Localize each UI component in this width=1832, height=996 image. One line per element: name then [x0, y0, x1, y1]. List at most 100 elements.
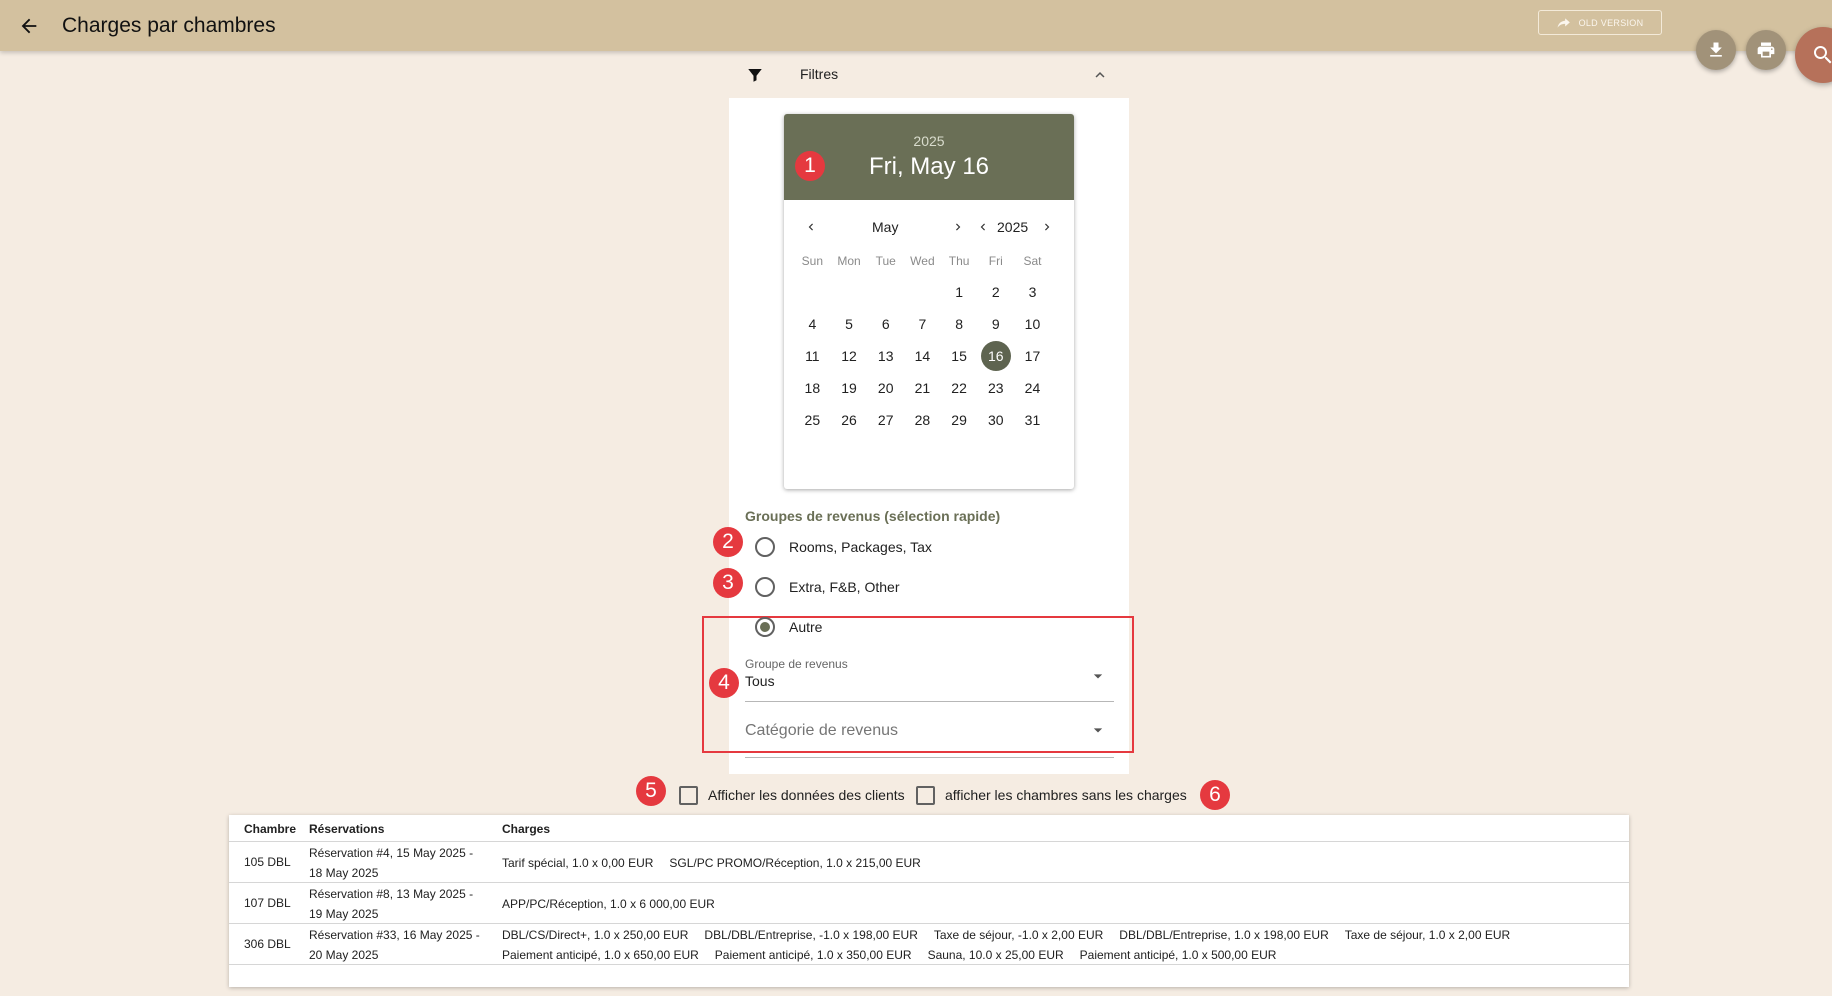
charge-item: Paiement anticipé, 1.0 x 350,00 EUR [714, 948, 912, 962]
calendar-day[interactable]: 10 [1017, 309, 1047, 339]
table-body: 105 DBL Réservation #4, 15 May 2025 - 18 … [229, 842, 1629, 965]
room-cell: 306 DBL [244, 937, 291, 951]
charge-item: Paiement anticipé, 1.0 x 650,00 EUR [502, 948, 699, 962]
calendar-day[interactable]: 24 [1017, 373, 1047, 403]
calendar-day-selected[interactable]: 16 [980, 341, 1011, 371]
calendar-day[interactable]: 18 [797, 373, 827, 403]
next-year-button[interactable] [1040, 220, 1054, 234]
filters-header[interactable]: Filtres [729, 60, 1129, 90]
groupe-revenus-value: Tous [745, 673, 775, 689]
chevron-left-icon [808, 223, 813, 231]
calendar-day[interactable]: 20 [871, 373, 901, 403]
calendar-day[interactable]: 15 [944, 341, 974, 371]
calendar-day[interactable]: 8 [944, 309, 974, 339]
calendar-cell: 28 [904, 404, 941, 436]
calendar-day[interactable]: 19 [834, 373, 864, 403]
calendar-day[interactable]: 31 [1017, 405, 1047, 435]
calendar-day[interactable]: 5 [834, 309, 864, 339]
groupe-revenus-select[interactable]: Groupe de revenus Tous [745, 657, 1114, 702]
charge-item: Taxe de séjour, -1.0 x 2,00 EUR [933, 928, 1104, 942]
calendar-cell [831, 276, 868, 308]
calendar-day[interactable]: 11 [797, 341, 827, 371]
checkbox-label: Afficher les données des clients [708, 787, 905, 803]
calendar-cell: 4 [794, 308, 831, 340]
chevron-right-icon [1045, 223, 1050, 231]
calendar-day[interactable]: 22 [944, 373, 974, 403]
calendar-cell [904, 276, 941, 308]
calendar-day[interactable]: 7 [907, 309, 937, 339]
search-icon [1814, 46, 1832, 64]
calendar-day[interactable]: 30 [981, 405, 1011, 435]
calendar-cell: 17 [1014, 340, 1051, 372]
categorie-revenus-select[interactable]: Catégorie de revenus [745, 720, 1114, 758]
annotation-badge-3: 3 [713, 568, 743, 598]
charge-item: DBL/DBL/Entreprise, 1.0 x 198,00 EUR [1119, 928, 1329, 942]
calendar-day[interactable]: 2 [981, 277, 1011, 307]
calendar-day[interactable]: 25 [797, 405, 827, 435]
calendar-day[interactable]: 29 [944, 405, 974, 435]
next-month-button[interactable] [951, 220, 965, 234]
calendar-day[interactable]: 28 [907, 405, 937, 435]
calendar-day[interactable]: 27 [871, 405, 901, 435]
calendar-cell: 14 [904, 340, 941, 372]
calendar-day[interactable]: 12 [834, 341, 864, 371]
prev-year-button[interactable] [976, 220, 990, 234]
charges-cell: DBL/CS/Direct+, 1.0 x 250,00 EUR DBL/DBL/… [502, 925, 1582, 965]
radio-autre[interactable]: Autre [755, 615, 822, 639]
annotation-badge-4: 4 [709, 668, 739, 698]
annotation-badge-1: 1 [795, 151, 825, 181]
calendar-day[interactable]: 26 [834, 405, 864, 435]
date-picker-header-date[interactable]: Fri, May 16 [784, 153, 1074, 181]
charge-item: DBL/CS/Direct+, 1.0 x 250,00 EUR [502, 928, 689, 942]
checkbox[interactable] [679, 785, 698, 805]
calendar-cell: 20 [867, 372, 904, 404]
radio-button-checked[interactable] [755, 617, 775, 637]
calendar-day[interactable]: 17 [1017, 341, 1047, 371]
date-picker-header-year[interactable]: 2025 [784, 114, 1074, 149]
checkbox-rooms-without-charges[interactable]: afficher les chambres sans les charges [916, 783, 1187, 807]
annotation-badge-2: 2 [713, 527, 743, 557]
old-version-label: OLD VERSION [1578, 17, 1644, 28]
calendar-day[interactable]: 14 [907, 341, 937, 371]
radio-extra-fb-other[interactable]: Extra, F&B, Other [755, 575, 899, 599]
checkbox[interactable] [916, 785, 935, 805]
calendar-cell: 9 [977, 308, 1014, 340]
charges-table: Chambre Réservations Charges 105 DBL Rése… [229, 815, 1629, 987]
radio-button[interactable] [755, 537, 775, 557]
calendar-cell [794, 276, 831, 308]
calendar-week: 11 12 13 14 15 16 17 [784, 340, 1074, 372]
calendar-cell: 8 [941, 308, 978, 340]
calendar-week: 4 5 6 7 8 9 10 [784, 308, 1074, 340]
chevron-up-icon[interactable] [1091, 66, 1109, 84]
calendar-day[interactable]: 13 [871, 341, 901, 371]
charge-item: SGL/PC PROMO/Réception, 1.0 x 215,00 EUR [669, 856, 921, 870]
print-button[interactable] [1746, 30, 1786, 70]
calendar-day[interactable]: 1 [944, 277, 974, 307]
calendar-day[interactable]: 9 [981, 309, 1011, 339]
calendar-day[interactable]: 23 [981, 373, 1011, 403]
calendar-day[interactable]: 6 [871, 309, 901, 339]
calendar-day[interactable]: 3 [1017, 277, 1047, 307]
calendar-day[interactable]: 4 [797, 309, 827, 339]
back-button[interactable] [14, 12, 44, 40]
table-header: Chambre Réservations Charges [229, 815, 1629, 842]
weekday-label: Wed [910, 254, 935, 268]
radio-button[interactable] [755, 577, 775, 597]
calendar-cell: 26 [831, 404, 868, 436]
date-picker-header: 2025 Fri, May 16 [784, 114, 1074, 200]
filters-label: Filtres [800, 66, 839, 82]
old-version-button[interactable]: OLD VERSION [1538, 10, 1662, 35]
app-bar: Charges par chambres OLD VERSION [0, 0, 1832, 51]
prev-month-button[interactable] [804, 220, 818, 234]
download-button[interactable] [1696, 30, 1736, 70]
calendar-cell: 18 [794, 372, 831, 404]
month-label: May [872, 219, 899, 235]
table-row: 107 DBL Réservation #8, 13 May 2025 - 19 … [229, 883, 1629, 924]
checkbox-client-data[interactable]: Afficher les données des clients [679, 783, 905, 807]
calendar-cell: 16 [977, 340, 1014, 372]
categorie-revenus-placeholder: Catégorie de revenus [745, 722, 898, 739]
charge-item: DBL/DBL/Entreprise, -1.0 x 198,00 EUR [704, 928, 918, 942]
calendar-cell: 10 [1014, 308, 1051, 340]
calendar-day[interactable]: 21 [907, 373, 937, 403]
radio-rooms-packages-tax[interactable]: Rooms, Packages, Tax [755, 535, 932, 559]
